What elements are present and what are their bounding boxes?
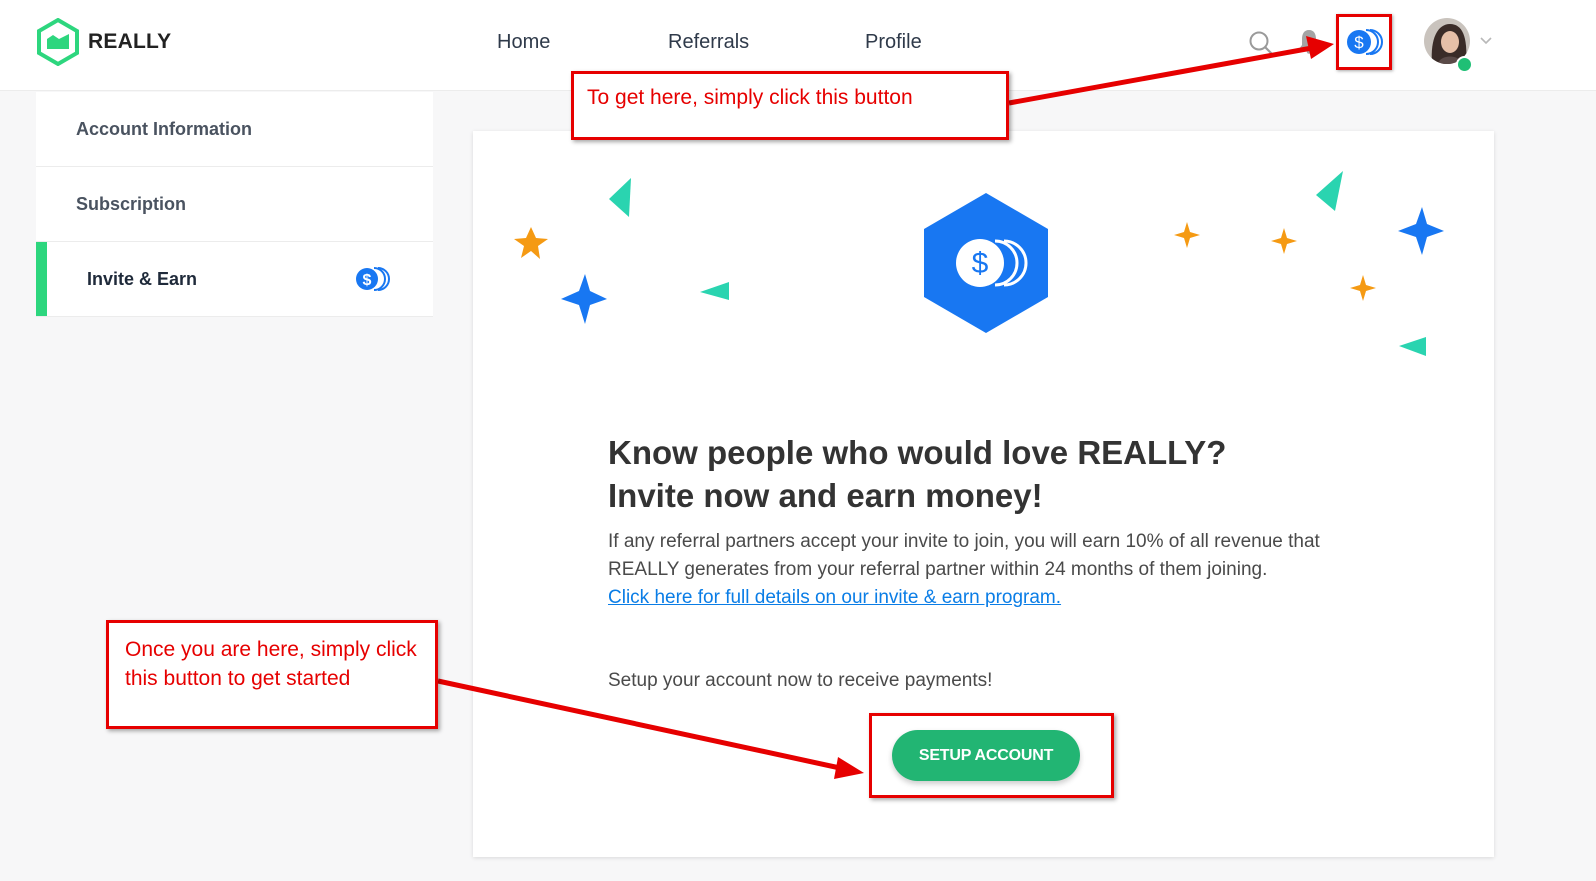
program-details-link[interactable]: Click here for full details on our invit… xyxy=(608,587,1061,608)
confetti-star xyxy=(561,274,607,324)
coin-icon: $ xyxy=(1347,29,1383,55)
setup-prompt: Setup your account now to receive paymen… xyxy=(608,670,993,691)
program-description: If any referral partners accept your inv… xyxy=(608,528,1368,612)
brand-name: REALLY xyxy=(88,30,172,53)
description-text: If any referral partners accept your inv… xyxy=(608,531,1320,580)
bell-icon[interactable] xyxy=(1298,28,1320,54)
annotation-highlight-frame xyxy=(869,713,1114,798)
invite-earn-coin-button[interactable]: $ xyxy=(1336,14,1392,70)
headline-line-1: Know people who would love REALLY? xyxy=(608,434,1227,471)
sidebar-item-label: Account Information xyxy=(76,118,252,139)
search-icon[interactable] xyxy=(1248,30,1274,56)
logo-icon xyxy=(37,18,79,66)
confetti-star xyxy=(1398,207,1444,255)
svg-text:$: $ xyxy=(363,272,372,289)
confetti-star xyxy=(1271,228,1297,254)
dollar-icon: $ xyxy=(972,247,989,280)
confetti-star xyxy=(1174,222,1200,248)
online-status-indicator xyxy=(1456,56,1473,73)
settings-sidebar: Account Information Subscription Invite … xyxy=(36,92,433,317)
confetti-triangle xyxy=(1399,337,1426,356)
sidebar-item-label: Subscription xyxy=(76,193,187,214)
nav-home[interactable]: Home xyxy=(497,31,550,54)
annotation-callout-bottom: Once you are here, simply click this but… xyxy=(106,620,438,729)
svg-text:$: $ xyxy=(1354,33,1364,52)
confetti-triangle xyxy=(700,282,729,300)
page-headline: Know people who would love REALLY? Invit… xyxy=(608,431,1368,517)
chevron-down-icon[interactable] xyxy=(1479,36,1493,46)
annotation-callout-top: To get here, simply click this button xyxy=(571,71,1009,140)
confetti-triangle xyxy=(609,178,631,217)
confetti-triangle xyxy=(1316,171,1343,211)
coin-icon: $ xyxy=(356,267,390,291)
nav-profile[interactable]: Profile xyxy=(865,31,922,54)
hero-illustration: $ xyxy=(514,171,1444,356)
sidebar-item-label: Invite & Earn xyxy=(87,268,198,289)
sidebar-item-subscription[interactable]: Subscription xyxy=(36,167,433,242)
sidebar-item-invite-earn[interactable]: Invite & Earn $ xyxy=(36,242,433,317)
sidebar-item-account-information[interactable]: Account Information xyxy=(36,92,433,167)
confetti-star xyxy=(514,227,548,259)
headline-line-2: Invite now and earn money! xyxy=(608,477,1043,514)
logo[interactable]: REALLY xyxy=(36,18,171,66)
confetti-star xyxy=(1350,275,1376,301)
nav-referrals[interactable]: Referrals xyxy=(668,31,749,54)
